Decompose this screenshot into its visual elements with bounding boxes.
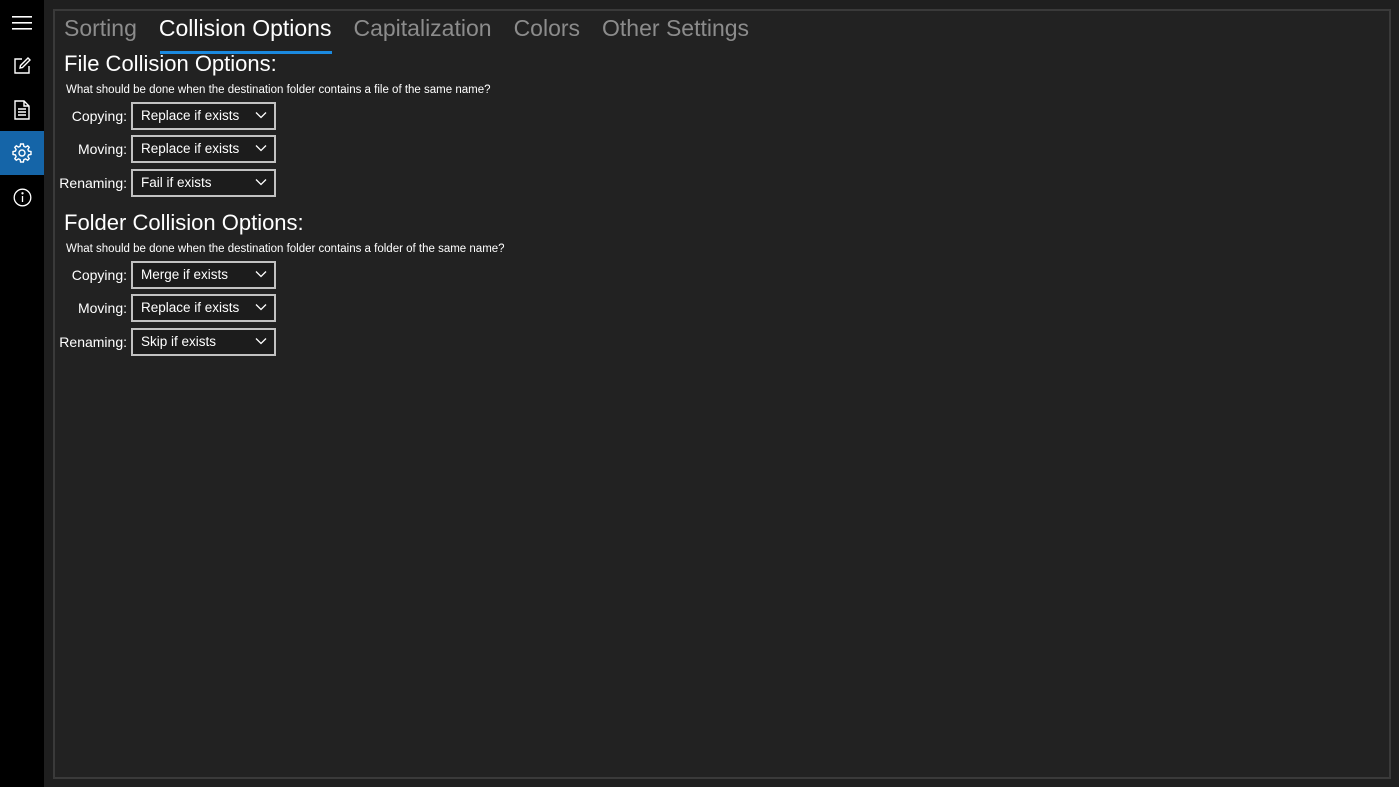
main-area: Sorting Collision Options Capitalization Co… (44, 0, 1399, 787)
folder-moving-value: Replace if exists (141, 300, 240, 315)
folder-copying-row: Copying: Merge if exists (55, 261, 295, 289)
file-renaming-dropdown[interactable]: Fail if exists (131, 169, 276, 197)
folder-moving-label: Moving: (77, 300, 127, 316)
file-moving-dropdown[interactable]: Replace if exists (131, 135, 276, 163)
document-nav-button[interactable] (0, 88, 44, 132)
file-renaming-label: Renaming: (59, 175, 127, 191)
folder-renaming-row: Renaming: Skip if exists (55, 328, 295, 356)
file-renaming-row: Renaming: Fail if exists (55, 169, 295, 197)
settings-nav-button[interactable] (0, 131, 44, 175)
file-copying-label: Copying: (71, 108, 127, 124)
file-collision-title: File Collision Options: (64, 51, 277, 76)
hamburger-menu-icon (12, 16, 32, 30)
chevron-down-icon (255, 304, 267, 311)
chevron-down-icon (255, 145, 267, 152)
file-copying-dropdown[interactable]: Replace if exists (131, 102, 276, 130)
file-moving-label: Moving: (77, 141, 127, 157)
folder-renaming-value: Skip if exists (141, 334, 217, 349)
folder-copying-dropdown[interactable]: Merge if exists (131, 261, 276, 289)
folder-renaming-label: Renaming: (59, 334, 127, 350)
gear-icon (12, 143, 32, 163)
folder-collision-description: What should be done when the destination… (66, 243, 505, 255)
file-renaming-value: Fail if exists (141, 175, 212, 190)
settings-tabs: Sorting Collision Options Capitalization Co… (64, 11, 771, 55)
hamburger-menu-button[interactable] (0, 1, 44, 45)
folder-copying-label: Copying: (71, 267, 127, 283)
tab-other-settings[interactable]: Other Settings (602, 11, 749, 45)
file-copying-row: Copying: Replace if exists (55, 102, 295, 130)
folder-moving-dropdown[interactable]: Replace if exists (131, 294, 276, 322)
document-icon (14, 100, 30, 120)
chevron-down-icon (255, 112, 267, 119)
folder-copying-value: Merge if exists (141, 267, 229, 282)
chevron-down-icon (255, 271, 267, 278)
settings-panel: Sorting Collision Options Capitalization Co… (53, 9, 1391, 779)
info-icon (13, 188, 31, 206)
edit-icon (14, 57, 31, 74)
folder-moving-row: Moving: Replace if exists (55, 294, 295, 322)
chevron-down-icon (255, 338, 267, 345)
tab-collision-options[interactable]: Collision Options (159, 11, 333, 54)
tab-sorting[interactable]: Sorting (64, 11, 137, 45)
folder-renaming-dropdown[interactable]: Skip if exists (131, 328, 276, 356)
tab-capitalization[interactable]: Capitalization (353, 11, 491, 45)
sidebar (0, 0, 44, 787)
file-copying-value: Replace if exists (141, 108, 240, 123)
chevron-down-icon (255, 179, 267, 186)
about-nav-button[interactable] (0, 175, 44, 219)
edit-nav-button[interactable] (0, 44, 44, 88)
file-moving-row: Moving: Replace if exists (55, 135, 295, 163)
tab-colors[interactable]: Colors (514, 11, 580, 45)
file-collision-description: What should be done when the destination… (66, 84, 491, 96)
folder-collision-title: Folder Collision Options: (64, 210, 304, 235)
file-moving-value: Replace if exists (141, 141, 240, 156)
